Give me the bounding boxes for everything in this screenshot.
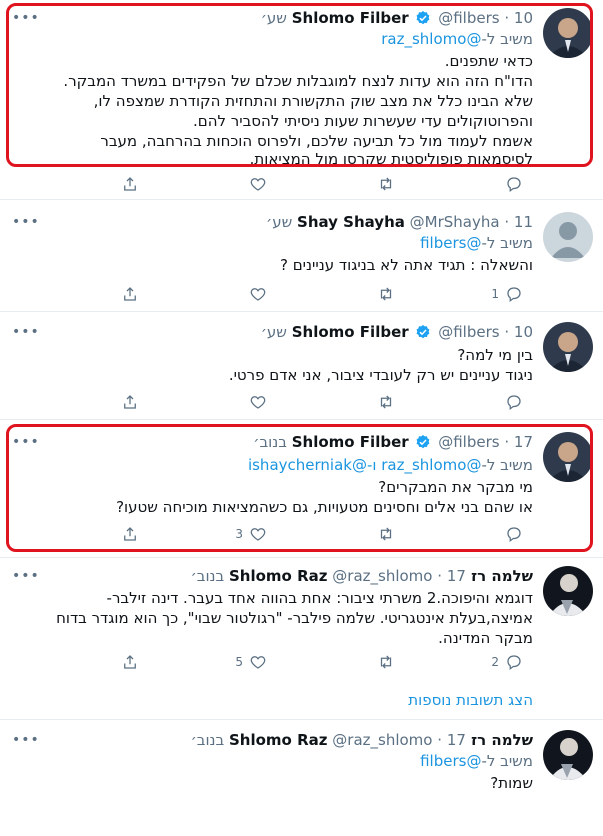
tweet-text-line: אמיצה,בעלת אינטגריטי. שלמה פילבר- "רגולט…: [56, 609, 533, 627]
share-button[interactable]: [121, 174, 139, 194]
retweet-button[interactable]: [371, 392, 395, 412]
reply-icon: [507, 287, 521, 303]
like-button[interactable]: 5: [235, 652, 267, 672]
reply-icon: [507, 655, 521, 671]
avatar-raz[interactable]: [543, 730, 593, 780]
reply-icon: [507, 177, 521, 193]
display-name[interactable]: Shay Shayha: [297, 213, 405, 231]
more-icon[interactable]: •••: [12, 733, 39, 747]
tweet-5[interactable]: שלמה רז Shlomo Raz @raz_shlomo · 17 בנוב…: [0, 558, 603, 678]
tweet-text-line: בין מי למה?: [457, 346, 533, 364]
tweet-actions: [80, 174, 523, 194]
tweet-header: Shlomo Filber @filbers · 10 שע׳: [260, 323, 533, 341]
retweet-button[interactable]: [371, 284, 395, 304]
handle[interactable]: @raz_shlomo: [332, 567, 432, 585]
retweet-icon: [380, 177, 392, 191]
replying-to-label: משיב ל-: [481, 752, 533, 770]
tweet-3[interactable]: Shlomo Filber @filbers · 10 שע׳ ••• בין …: [0, 312, 603, 420]
verified-icon: [416, 325, 430, 339]
replying-to: משיב ל-@filbers: [8, 751, 533, 771]
like-count: 5: [235, 655, 243, 669]
reply-count: 2: [491, 655, 499, 669]
reply-icon: [507, 395, 521, 411]
tweet-6[interactable]: שלמה רז Shlomo Raz @raz_shlomo · 17 בנוב…: [0, 720, 603, 836]
reply-button[interactable]: 1: [491, 284, 523, 304]
tweet-actions: 2 5: [80, 652, 523, 672]
replying-to-label: משיב ל-: [481, 234, 533, 252]
share-icon: [124, 287, 136, 301]
share-button[interactable]: [121, 284, 139, 304]
more-icon[interactable]: •••: [12, 325, 39, 339]
share-icon: [124, 655, 136, 669]
like-button[interactable]: [243, 392, 267, 412]
tweet-text-line: שמות?: [490, 774, 533, 792]
show-more-replies-link[interactable]: הצג תשובות נוספות: [0, 680, 603, 720]
tweet-text-line: מבקר המדינה.: [438, 629, 533, 647]
handle[interactable]: @raz_shlomo: [332, 731, 432, 749]
highlight-box: [6, 3, 593, 167]
share-button[interactable]: [121, 392, 139, 412]
share-icon: [124, 177, 136, 191]
mention-link[interactable]: @filbers: [420, 234, 481, 252]
tweet-thread: Shlomo Filber @filbers · 10 שע׳ ••• משיב…: [0, 0, 603, 836]
display-name[interactable]: Shlomo Filber: [292, 323, 409, 341]
more-icon[interactable]: •••: [12, 569, 39, 583]
tweet-actions: 1: [80, 284, 523, 304]
tweet-header: Shay Shayha @MrShayha · 11 שע׳: [265, 213, 533, 231]
share-icon: [124, 395, 136, 409]
tweet-text-line: ניגוד עניינים יש רק לעובדי ציבור, אני אד…: [228, 366, 533, 384]
avatar-default[interactable]: [543, 212, 593, 262]
tweet-header: שלמה רז Shlomo Raz @raz_shlomo · 17 בנוב…: [190, 731, 533, 749]
retweet-icon: [380, 395, 392, 409]
mention-link[interactable]: @filbers: [420, 752, 481, 770]
replying-to: משיב ל-@filbers: [8, 233, 533, 253]
retweet-icon: [380, 287, 392, 301]
tweet-actions: [80, 392, 523, 412]
like-icon: [250, 178, 266, 191]
reply-button[interactable]: [499, 174, 523, 194]
reply-count: 1: [491, 287, 499, 301]
reply-button[interactable]: [499, 392, 523, 412]
like-button[interactable]: [243, 284, 267, 304]
like-button[interactable]: [243, 174, 267, 194]
tweet-text-line: דוגמא והיפוכה.2 משרתי ציבור: אחת בהווה א…: [106, 589, 533, 607]
avatar-raz[interactable]: [543, 566, 593, 616]
tweet-header: שלמה רז Shlomo Raz @raz_shlomo · 17 בנוב…: [190, 567, 533, 585]
retweet-icon: [380, 655, 392, 669]
tweet-text-line: והשאלה : תגיד אתה לא בניגוד עניינים ?: [280, 256, 533, 274]
like-icon: [250, 656, 266, 669]
like-icon: [250, 288, 266, 301]
reply-button[interactable]: 2: [491, 652, 523, 672]
like-icon: [250, 396, 266, 409]
share-button[interactable]: [121, 652, 139, 672]
retweet-button[interactable]: [371, 652, 395, 672]
handle[interactable]: @MrShayha: [410, 213, 500, 231]
highlight-box: [6, 424, 593, 552]
avatar-filber[interactable]: [543, 322, 593, 372]
handle[interactable]: @filbers: [438, 323, 499, 341]
retweet-button[interactable]: [371, 174, 395, 194]
more-icon[interactable]: •••: [12, 215, 39, 229]
tweet-2[interactable]: Shay Shayha @MrShayha · 11 שע׳ ••• משיב …: [0, 200, 603, 312]
